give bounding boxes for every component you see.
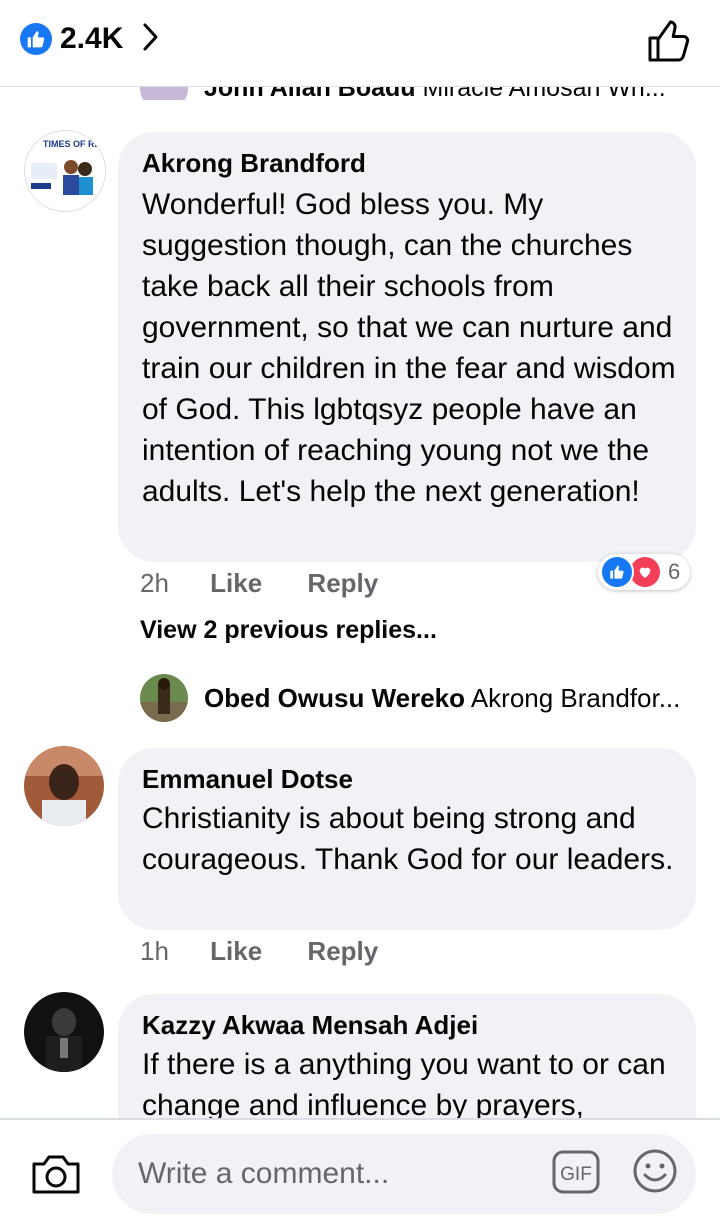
avatar[interactable] xyxy=(140,674,188,722)
comment-text: Christianity is about being strong and c… xyxy=(142,802,674,876)
nested-reply-row[interactable]: Obed Owusu Wereko Akrong Brandfor... xyxy=(140,674,680,722)
reaction-summary[interactable]: 6 xyxy=(598,554,690,590)
camera-icon[interactable] xyxy=(30,1152,82,1201)
avatar[interactable] xyxy=(24,746,104,826)
avatar[interactable] xyxy=(24,992,104,1072)
avatar-graphic-icon: TIMES OF REFRESHING xyxy=(25,131,105,211)
comment-author[interactable]: Kazzy Akwaa Mensah Adjei xyxy=(142,1010,478,1041)
reactions-header: 2.4K xyxy=(0,0,720,87)
thumbs-up-outline-icon[interactable] xyxy=(646,18,692,69)
reply-snippet: Akrong Brandfor... xyxy=(470,682,681,713)
emoji-icon[interactable] xyxy=(632,1148,678,1199)
comment-input[interactable] xyxy=(136,1152,540,1196)
reply-button[interactable]: Reply xyxy=(307,936,378,966)
reaction-count: 6 xyxy=(668,559,681,584)
reply-author[interactable]: Obed Owusu Wereko xyxy=(204,683,465,713)
comment-composer: GIF xyxy=(0,1118,720,1225)
like-count: 2.4K xyxy=(60,22,124,55)
svg-text:TIMES OF REFRESHING: TIMES OF REFRESHING xyxy=(43,139,105,149)
gif-button[interactable]: GIF xyxy=(552,1150,600,1199)
comment-time: 1h xyxy=(140,936,169,966)
view-previous-replies-link[interactable]: View 2 previous replies... xyxy=(140,616,437,645)
thumbs-up-icon xyxy=(20,23,52,55)
comment-actions: 2h Like Reply xyxy=(140,568,378,599)
comment-text: Wonderful! God bless you. My suggestion … xyxy=(142,188,676,508)
reply-button[interactable]: Reply xyxy=(307,568,378,598)
avatar[interactable]: TIMES OF REFRESHING xyxy=(24,130,106,212)
like-reaction-icon xyxy=(600,555,634,589)
comment-bubble[interactable]: Akrong Brandford Wonderful! God bless yo… xyxy=(118,132,696,562)
comment-author[interactable]: Emmanuel Dotse xyxy=(142,764,353,795)
comment-bubble[interactable]: Emmanuel Dotse Christianity is about bei… xyxy=(118,748,696,930)
comment-time: 2h xyxy=(140,568,169,598)
comment-text: If there is a anything you want to or ca… xyxy=(142,1048,666,1122)
comment-actions: 1h Like Reply xyxy=(140,936,378,967)
comment-input-wrapper[interactable]: GIF xyxy=(112,1134,696,1214)
svg-text:GIF: GIF xyxy=(560,1164,592,1185)
chevron-right-icon[interactable] xyxy=(141,21,161,58)
reactions-summary[interactable]: 2.4K xyxy=(20,22,161,56)
comment-author[interactable]: Akrong Brandford xyxy=(142,148,366,179)
like-button[interactable]: Like xyxy=(210,568,262,598)
like-button[interactable]: Like xyxy=(210,936,262,966)
